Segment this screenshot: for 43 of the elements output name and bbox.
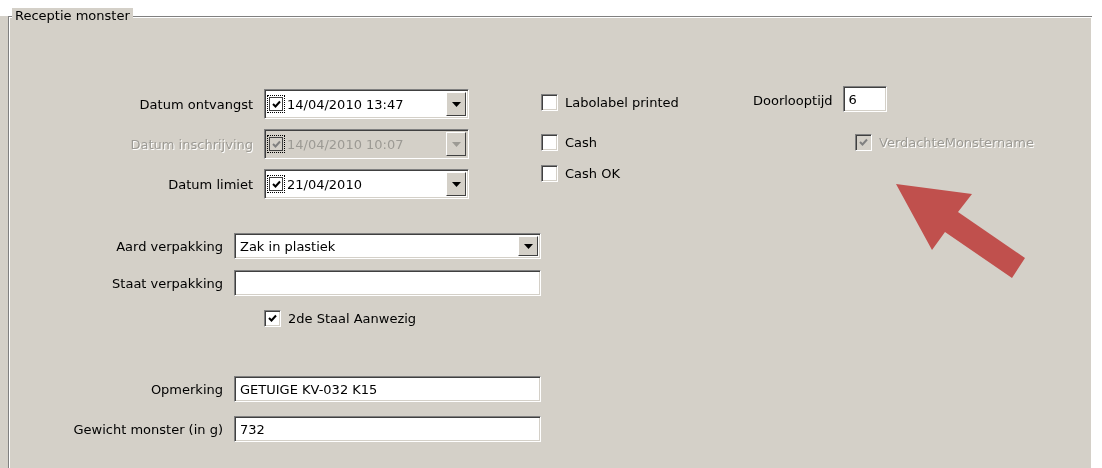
field-label: Doorlooptijd [753,92,833,108]
field-label: Opmerking [149,381,223,397]
field-label: Aard verpakking [115,238,223,254]
field-label: Datum ontvangst [138,96,253,112]
dropdown-value: Zak in plastiek [240,238,337,254]
checkbox-label: Labolabel printed [565,94,679,110]
checkbox[interactable] [541,133,558,151]
date-value: 14/04/2010 13:47 [287,96,405,112]
date-picker[interactable]: 21/04/2010 [264,169,469,199]
date-picker[interactable]: 14/04/2010 13:47 [264,89,469,119]
dropdown-button[interactable] [446,172,466,196]
check-icon [268,313,277,323]
input-field[interactable]: 732 [234,416,541,442]
group-title: Receptie monster [12,8,133,23]
field-label: Datum inschrijving [129,136,253,152]
date-value: 14/04/2010 10:07 [287,136,405,152]
check-icon [271,179,281,189]
dropdown[interactable]: Zak in plastiek [234,233,541,259]
input-field[interactable]: 6 [842,86,887,112]
checkbox-label: Cash [565,134,598,150]
date-value: 21/04/2010 [287,176,363,192]
check-icon [859,137,868,147]
checkbox-label: Cash OK [565,165,620,181]
check-icon [271,99,281,109]
caret-icon [451,141,461,147]
checkbox-label: 2de Staal Aanwezig [288,310,417,326]
caret-icon [451,181,461,187]
dropdown-button[interactable] [518,236,538,256]
input-field[interactable] [234,270,541,296]
field-label: Gewicht monster (in g) [72,421,223,437]
field-label: Datum limiet [167,176,253,192]
dropdown-button[interactable] [446,92,466,116]
check-icon [271,139,281,149]
checkbox-label: VerdachteMonstername [879,134,1034,150]
field-label: Staat verpakking [111,275,223,291]
checkbox[interactable] [269,97,283,111]
caret-icon [523,243,533,249]
input-field[interactable]: GETUIGE KV-032 K15 [234,376,541,402]
caret-icon [451,101,461,107]
checkbox[interactable] [541,93,558,111]
checkbox[interactable] [541,164,558,182]
checkbox[interactable] [264,309,281,327]
checkbox[interactable] [269,177,283,191]
